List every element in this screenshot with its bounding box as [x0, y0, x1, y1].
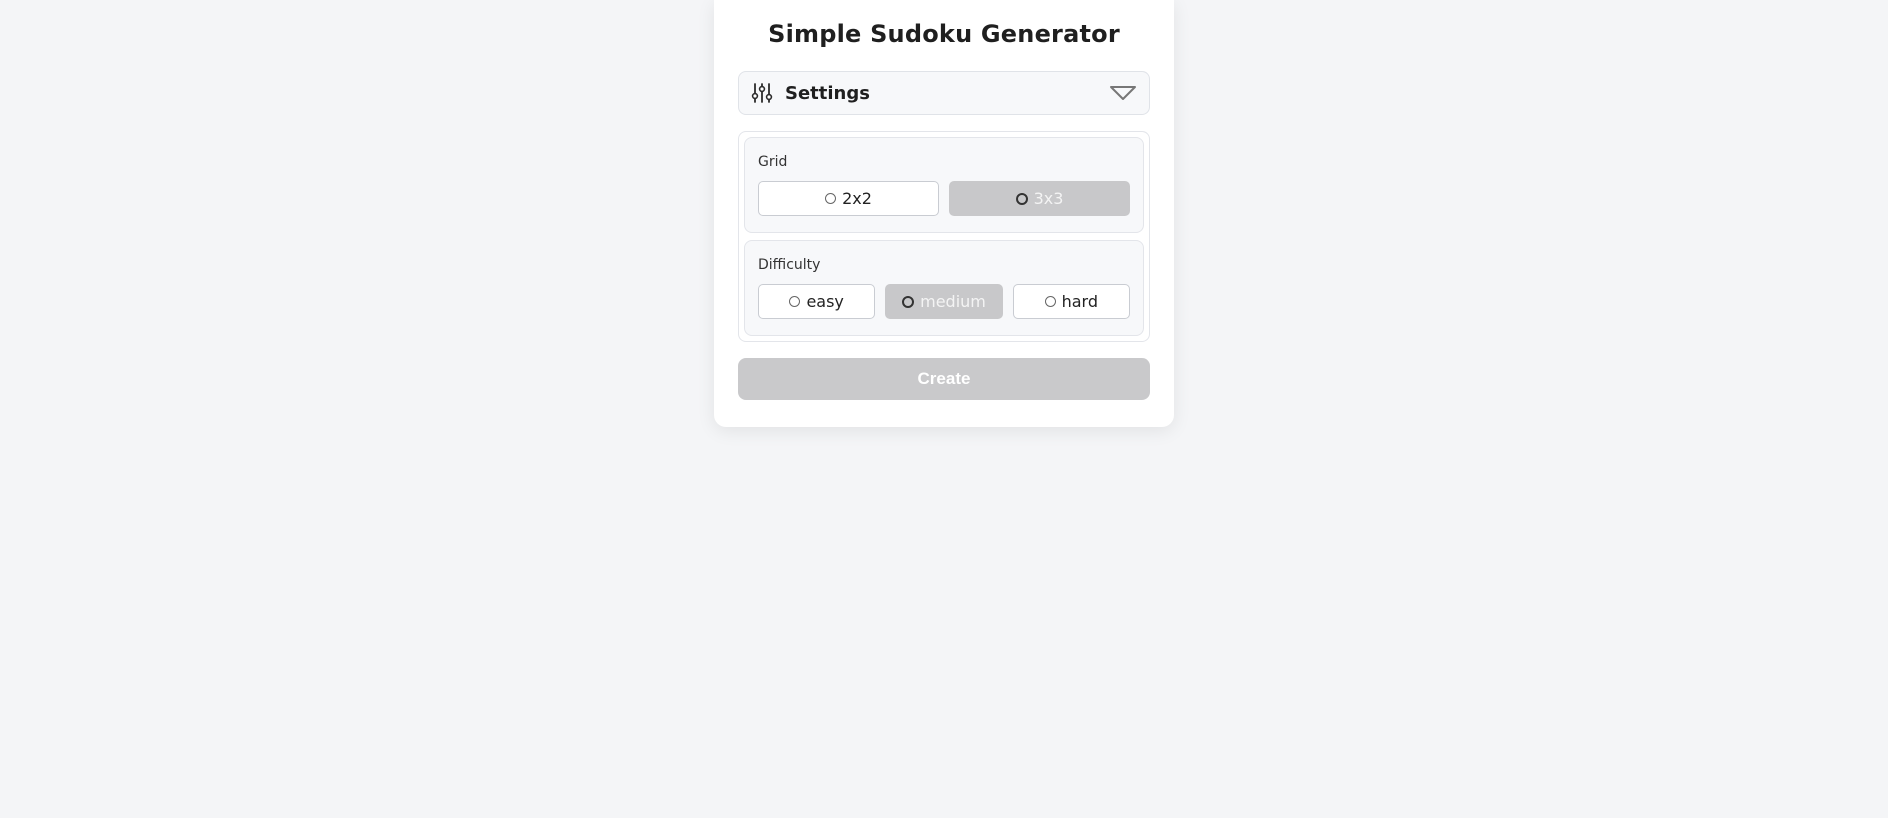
difficulty-group: Difficulty easy medium hard: [744, 240, 1144, 336]
grid-label: Grid: [758, 154, 788, 170]
grid-option-3x3[interactable]: 3x3: [949, 181, 1130, 216]
create-button[interactable]: Create: [738, 358, 1150, 400]
settings-panel: Grid 2x2 3x3 Difficulty easy medium hard: [738, 131, 1150, 342]
sudoku-generator-card: Simple Sudoku Generator Settings Grid 2x…: [714, 0, 1174, 427]
difficulty-option-label: easy: [806, 292, 844, 311]
page-title: Simple Sudoku Generator: [768, 20, 1120, 48]
grid-group: Grid 2x2 3x3: [744, 137, 1144, 233]
radio-circle-icon: [825, 193, 837, 204]
difficulty-options: easy medium hard: [758, 284, 1130, 319]
sliders-icon: [751, 83, 773, 103]
difficulty-option-medium[interactable]: medium: [885, 284, 1003, 319]
radio-circle-icon: [1015, 192, 1028, 205]
difficulty-option-label: medium: [920, 292, 986, 311]
grid-options: 2x2 3x3: [758, 181, 1130, 216]
settings-toggle[interactable]: Settings: [738, 71, 1150, 115]
difficulty-label: Difficulty: [758, 257, 821, 273]
settings-label: Settings: [785, 82, 870, 104]
chevron-down-icon[interactable]: [1109, 85, 1137, 101]
grid-option-label: 2x2: [842, 189, 872, 208]
radio-circle-icon: [789, 296, 801, 307]
grid-option-label: 3x3: [1033, 189, 1064, 208]
grid-option-2x2[interactable]: 2x2: [758, 181, 939, 216]
radio-circle-icon: [902, 295, 915, 308]
radio-circle-icon: [1044, 296, 1056, 307]
difficulty-option-easy[interactable]: easy: [758, 284, 876, 319]
difficulty-option-hard[interactable]: hard: [1012, 284, 1130, 319]
difficulty-option-label: hard: [1061, 292, 1099, 311]
